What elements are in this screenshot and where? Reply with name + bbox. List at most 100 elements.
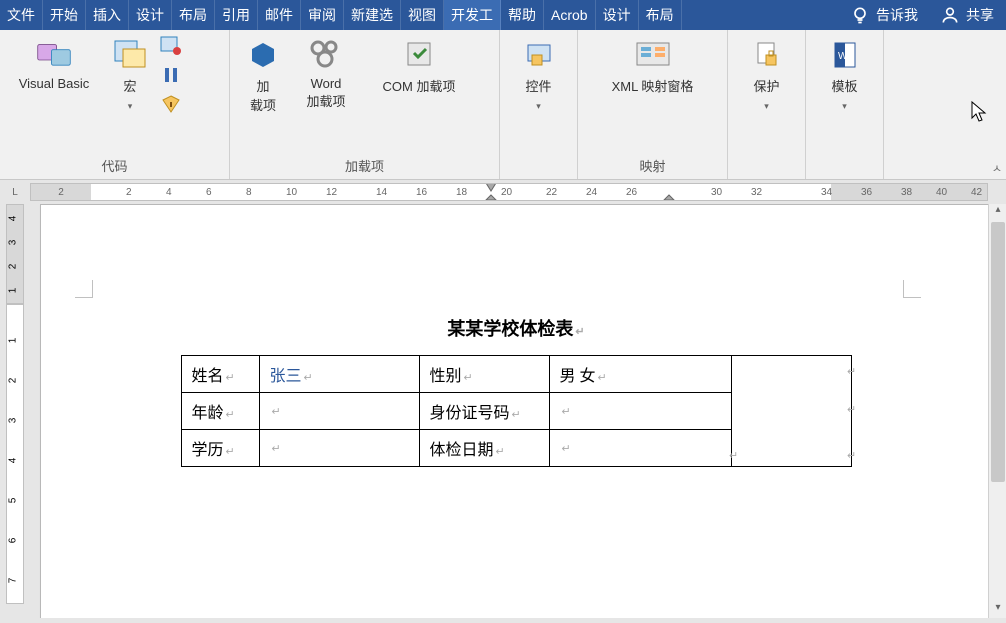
tab-tabletools-design[interactable]: 设计 <box>596 0 639 30</box>
cell-gender-value[interactable]: 男 女↵ <box>549 356 731 393</box>
protect-icon <box>749 36 785 72</box>
controls-button[interactable]: 控件 ▾ <box>509 36 569 112</box>
paragraph-mark-icon: ↵ <box>847 403 856 416</box>
table-row: 姓名↵ 张三↵ 性别↵ 男 女↵ <box>181 356 851 393</box>
group-protect-label <box>728 173 805 177</box>
visual-basic-button[interactable]: Visual Basic <box>8 36 100 91</box>
protect-label: 保护 <box>753 76 779 95</box>
document-title: 某某学校体检表↵ <box>41 315 988 341</box>
share-label: 共享 <box>966 5 994 25</box>
person-icon <box>940 5 960 25</box>
template-icon: W <box>827 36 863 72</box>
tab-insert[interactable]: 插入 <box>86 0 129 30</box>
chevron-down-icon: ▾ <box>128 101 133 112</box>
tab-review[interactable]: 审阅 <box>301 0 344 30</box>
group-controls-label <box>500 173 577 177</box>
chevron-down-icon: ▾ <box>842 101 847 112</box>
cell-date-value[interactable]: ↵ <box>549 430 731 467</box>
cell-age-label[interactable]: 年龄↵ <box>181 393 259 430</box>
tab-file[interactable]: 文件 <box>0 0 43 30</box>
addins-button[interactable]: 加 载项 <box>238 36 288 114</box>
page: 某某学校体检表↵ 姓名↵ 张三↵ 性别↵ 男 女↵ 年龄↵ ↵ 身份证号码↵ ↵ <box>40 204 988 618</box>
scroll-down-icon[interactable]: ▾ <box>989 602 1006 618</box>
form-table: 姓名↵ 张三↵ 性别↵ 男 女↵ 年龄↵ ↵ 身份证号码↵ ↵ 学历↵ ↵ 体检… <box>181 355 852 467</box>
tab-design[interactable]: 设计 <box>129 0 172 30</box>
collapse-ribbon-icon[interactable]: ㅅ <box>992 160 1002 176</box>
ruler-indent-bottom-icon[interactable] <box>485 194 497 201</box>
macro-button[interactable]: 宏 ▾ <box>108 36 152 112</box>
tell-me-label: 告诉我 <box>876 5 918 25</box>
com-addins-label: COM 加载项 <box>383 76 456 95</box>
tab-developer[interactable]: 开发工 <box>444 0 501 30</box>
group-addins: 加 载项 Word 加载项 COM 加载项 加载项 <box>230 30 500 179</box>
ruler-indent-top-icon[interactable] <box>485 183 497 192</box>
cell-edu-label[interactable]: 学历↵ <box>181 430 259 467</box>
cell-gender-label[interactable]: 性别↵ <box>419 356 549 393</box>
tab-help[interactable]: 帮助 <box>501 0 544 30</box>
paragraph-mark-icon: ↵ <box>847 449 856 462</box>
group-addins-label: 加载项 <box>230 154 499 177</box>
cell-name-value[interactable]: 张三↵ <box>259 356 419 393</box>
pause-recording-icon[interactable] <box>160 65 182 88</box>
paragraph-mark-icon: ↵ <box>847 365 856 378</box>
tab-tabletools-layout[interactable]: 布局 <box>639 0 682 30</box>
ruler-right-indent-icon[interactable] <box>663 194 675 201</box>
group-template-label <box>806 173 883 177</box>
horizontal-ruler[interactable]: 2 2 4 6 8 10 12 14 16 18 20 22 24 26 30 … <box>30 183 988 201</box>
addins-icon <box>245 36 281 72</box>
ribbon: Visual Basic 宏 ▾ 代码 加 载项 Word 加载项 <box>0 30 1006 180</box>
com-addins-button[interactable]: COM 加载项 <box>364 36 474 95</box>
tab-mailings[interactable]: 邮件 <box>258 0 301 30</box>
controls-icon <box>521 36 557 72</box>
cell-age-value[interactable]: ↵ <box>259 393 419 430</box>
lightbulb-icon <box>850 5 870 25</box>
cell-date-label[interactable]: 体检日期↵ <box>419 430 549 467</box>
code-small-buttons <box>160 36 182 117</box>
horizontal-ruler-area: L 2 2 4 6 8 10 12 14 16 18 20 22 24 26 3… <box>0 180 1006 204</box>
paragraph-mark-icon: ↵ <box>575 326 584 338</box>
protect-button[interactable]: 保护 ▾ <box>737 36 797 112</box>
margin-corner-icon <box>75 280 93 298</box>
cell-photo[interactable] <box>731 356 851 467</box>
chevron-down-icon: ▾ <box>536 101 541 112</box>
template-button[interactable]: W 模板 ▾ <box>815 36 875 112</box>
group-protect: 保护 ▾ <box>728 30 806 179</box>
cell-edu-value[interactable]: ↵ <box>259 430 419 467</box>
macro-icon <box>112 36 148 72</box>
com-addins-icon <box>401 36 437 72</box>
share-button[interactable]: 共享 <box>928 0 1006 30</box>
margin-corner-icon <box>903 280 921 298</box>
tab-view[interactable]: 视图 <box>401 0 444 30</box>
cell-id-label[interactable]: 身份证号码↵ <box>419 393 549 430</box>
controls-label: 控件 <box>525 76 551 95</box>
record-macro-icon[interactable] <box>160 36 182 59</box>
tab-acrobat[interactable]: Acrob <box>544 0 596 30</box>
group-mapping: XML 映射窗格 映射 <box>578 30 728 179</box>
tell-me[interactable]: 告诉我 <box>840 0 928 30</box>
xml-mapping-icon <box>635 36 671 72</box>
cell-id-value[interactable]: ↵ <box>549 393 731 430</box>
word-addins-label: Word 加载项 <box>306 76 345 110</box>
workspace: 4 3 2 1 1 2 3 4 5 6 7 某某学校体检表↵ 姓名↵ 张三↵ <box>0 204 1006 618</box>
word-addins-icon <box>308 36 344 72</box>
paragraph-mark-icon: ↵ <box>729 449 738 462</box>
xml-mapping-button[interactable]: XML 映射窗格 <box>593 36 713 95</box>
tab-newbuild[interactable]: 新建选 <box>344 0 401 30</box>
document-area[interactable]: 某某学校体检表↵ 姓名↵ 张三↵ 性别↵ 男 女↵ 年龄↵ ↵ 身份证号码↵ ↵ <box>30 204 988 618</box>
scrollbar-thumb[interactable] <box>991 222 1005 482</box>
ruler-corner[interactable]: L <box>0 187 30 198</box>
tab-home[interactable]: 开始 <box>43 0 86 30</box>
group-controls: 控件 ▾ <box>500 30 578 179</box>
vertical-ruler[interactable]: 4 3 2 1 1 2 3 4 5 6 7 <box>0 204 30 618</box>
group-code: Visual Basic 宏 ▾ 代码 <box>0 30 230 179</box>
cell-name-label[interactable]: 姓名↵ <box>181 356 259 393</box>
macro-security-icon[interactable] <box>160 94 182 117</box>
visual-basic-icon <box>36 36 72 72</box>
macro-label: 宏 <box>123 76 136 95</box>
scroll-up-icon[interactable]: ▴ <box>989 204 1006 220</box>
tab-layout[interactable]: 布局 <box>172 0 215 30</box>
word-addins-button[interactable]: Word 加载项 <box>296 36 356 110</box>
vertical-scrollbar[interactable]: ▴ ▾ <box>988 204 1006 618</box>
xml-mapping-label: XML 映射窗格 <box>612 76 694 95</box>
tab-references[interactable]: 引用 <box>215 0 258 30</box>
